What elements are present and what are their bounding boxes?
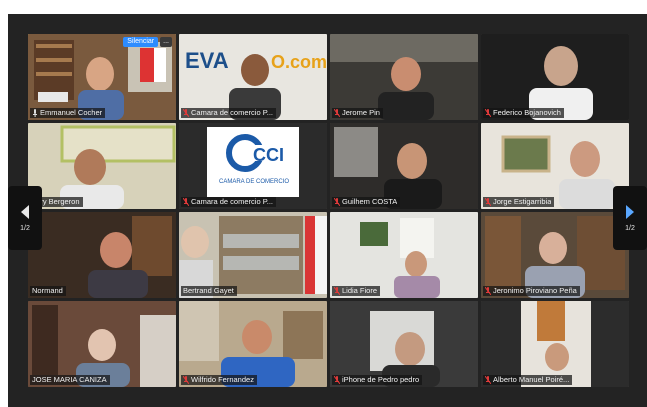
previous-page-button[interactable]: 1/2 <box>8 186 42 250</box>
participant-nameplate: Alberto Manuel Poiré... <box>483 375 573 385</box>
muted-microphone-icon <box>485 109 491 117</box>
participant-nameplate: Normand <box>30 286 66 296</box>
participant-tile[interactable]: JOSE MARIA CANIZA <box>28 301 176 387</box>
participant-nameplate: Wilfrido Fernandez <box>181 375 257 385</box>
page-indicator: 1/2 <box>625 224 635 232</box>
participant-tile[interactable]: EVA O.com Camara de comercio P... <box>179 34 327 120</box>
silence-button[interactable]: Silenciar <box>123 37 159 47</box>
participant-nameplate: Lidia Fiore <box>332 286 381 296</box>
participant-name: Bertrand Gayet <box>183 286 234 295</box>
participant-tile[interactable]: Alberto Manuel Poiré... <box>481 301 629 387</box>
next-page-button[interactable]: 1/2 <box>613 186 647 250</box>
participant-name: JOSE MARIA CANIZA <box>32 375 107 384</box>
participant-name: Guilhem COSTA <box>342 197 398 206</box>
participant-name: Alberto Manuel Poiré... <box>493 375 570 384</box>
muted-microphone-icon <box>334 376 340 384</box>
participant-nameplate: Emmanuel Cocher <box>30 108 106 118</box>
participant-tile[interactable]: Guilhem COSTA <box>330 123 478 209</box>
muted-microphone-icon <box>183 198 189 206</box>
participant-tile[interactable]: iPhone de Pedro pedro <box>330 301 478 387</box>
participant-nameplate: JOSE MARIA CANIZA <box>30 375 110 385</box>
participant-tile[interactable]: Wilfrido Fernandez <box>179 301 327 387</box>
cci-logo-text: CCI <box>253 145 284 165</box>
muted-microphone-icon <box>183 376 189 384</box>
muted-microphone-icon <box>334 109 340 117</box>
participant-nameplate: Camara de comercio P... <box>181 108 276 118</box>
participant-nameplate: Camara de comercio P... <box>181 197 276 207</box>
gallery-grid: Silenciar ... Emmanuel Cocher EVA O.com … <box>28 34 630 387</box>
chevron-left-icon <box>21 204 29 219</box>
tile-controls: Silenciar ... <box>123 37 172 47</box>
participant-name: Jerome Pin <box>342 108 380 117</box>
participant-name: Jorge Estigarribia <box>493 197 552 206</box>
cci-logo-caption: CAMARA DE COMERCIO <box>219 179 289 185</box>
chevron-right-icon <box>626 204 634 219</box>
participant-nameplate: Federico Bojanovich <box>483 108 564 118</box>
participant-nameplate: Jorge Estigarribia <box>483 197 555 207</box>
participant-name: Jeronimo Piroviano Peña <box>493 286 577 295</box>
participant-name: Wilfrido Fernandez <box>191 375 254 384</box>
participant-tile[interactable]: Bertrand Gayet <box>179 212 327 298</box>
muted-microphone-icon <box>485 287 491 295</box>
participant-tile[interactable]: Jeronimo Piroviano Peña <box>481 212 629 298</box>
participant-tile[interactable]: Normand <box>28 212 176 298</box>
participant-nameplate: Jerome Pin <box>332 108 383 118</box>
participant-name: Camara de comercio P... <box>191 197 273 206</box>
participant-tile[interactable]: Jerome Pin <box>330 34 478 120</box>
banner-logo-text: EVA <box>185 48 229 73</box>
participant-tile[interactable]: Federico Bojanovich <box>481 34 629 120</box>
participant-tile[interactable]: Silenciar ... Emmanuel Cocher <box>28 34 176 120</box>
participant-name: Emmanuel Cocher <box>40 108 103 117</box>
more-options-button[interactable]: ... <box>160 37 172 47</box>
participant-tile[interactable]: Jorge Estigarribia <box>481 123 629 209</box>
participant-nameplate: Jeronimo Piroviano Peña <box>483 286 580 296</box>
participant-name: iPhone de Pedro pedro <box>342 375 420 384</box>
microphone-icon <box>33 109 37 117</box>
muted-microphone-icon <box>334 287 340 295</box>
participant-name: Federico Bojanovich <box>493 108 561 117</box>
muted-microphone-icon <box>485 198 491 206</box>
participant-tile[interactable]: enry Bergeron <box>28 123 176 209</box>
banner-logo-suffix: O.com <box>271 52 327 72</box>
participant-tile[interactable]: Lidia Fiore <box>330 212 478 298</box>
participant-tile[interactable]: CCI CAMARA DE COMERCIO Camara de comerci… <box>179 123 327 209</box>
participant-nameplate: iPhone de Pedro pedro <box>332 375 423 385</box>
video-conference-window: Silenciar ... Emmanuel Cocher EVA O.com … <box>8 14 647 407</box>
participant-name: Lidia Fiore <box>342 286 378 295</box>
participant-nameplate: Guilhem COSTA <box>332 197 401 207</box>
muted-microphone-icon <box>485 376 491 384</box>
participant-name: Normand <box>32 286 63 295</box>
page-indicator: 1/2 <box>20 224 30 232</box>
muted-microphone-icon <box>183 109 189 117</box>
participant-name: Camara de comercio P... <box>191 108 273 117</box>
muted-microphone-icon <box>334 198 340 206</box>
participant-nameplate: Bertrand Gayet <box>181 286 237 296</box>
